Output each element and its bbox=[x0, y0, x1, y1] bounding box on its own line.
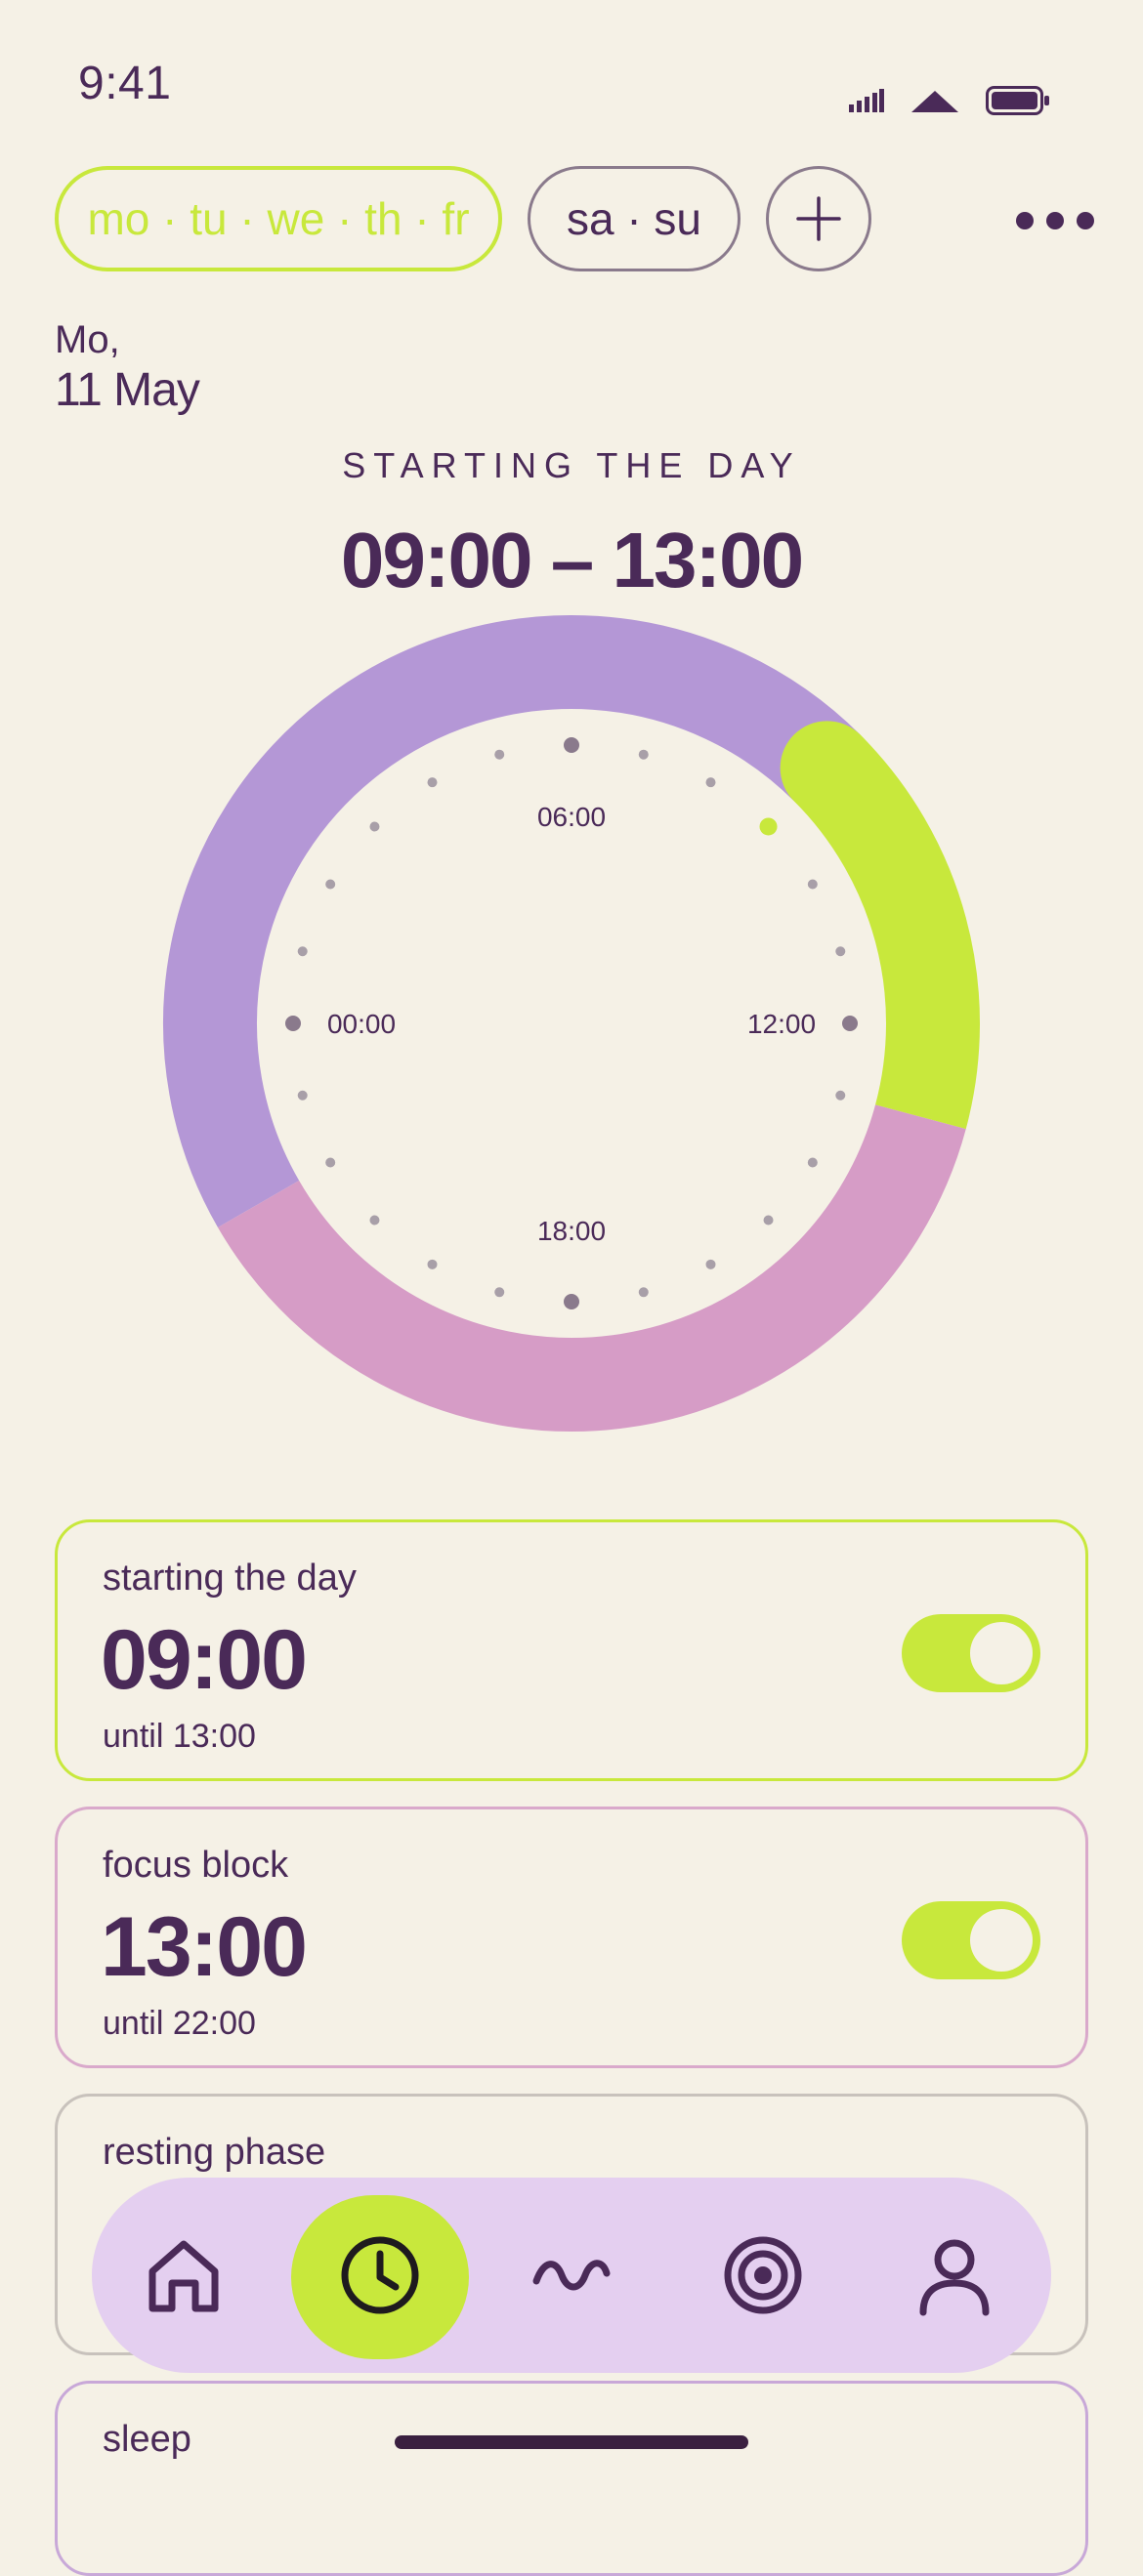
dial-segment[interactable] bbox=[793, 734, 980, 1130]
dial-tick bbox=[759, 817, 778, 836]
dial-segments bbox=[163, 615, 980, 1432]
schedule-dial[interactable]: 06:00 12:00 18:00 00:00 bbox=[0, 0, 1143, 1465]
home-indicator[interactable] bbox=[395, 2435, 748, 2449]
nav-profile[interactable] bbox=[867, 2178, 1042, 2373]
dial-tick bbox=[427, 777, 438, 788]
dial-tick bbox=[369, 1215, 380, 1226]
phase-card-time: 09:00 bbox=[101, 1613, 308, 1707]
dial-tick bbox=[297, 946, 308, 957]
toggle-knob bbox=[970, 1909, 1033, 1972]
dial-tick bbox=[835, 946, 846, 957]
toggle-knob bbox=[970, 1622, 1033, 1684]
dial-tick bbox=[297, 1090, 308, 1101]
dial-label-left: 00:00 bbox=[327, 1009, 396, 1039]
dial-major-tick bbox=[285, 1016, 301, 1031]
dial-tick bbox=[807, 1157, 818, 1168]
nav-goals[interactable] bbox=[675, 2178, 851, 2373]
wave-icon bbox=[532, 2260, 611, 2291]
dial-label-right: 12:00 bbox=[747, 1009, 816, 1039]
phase-card-time: 13:00 bbox=[101, 1900, 308, 1994]
dial-segment[interactable] bbox=[163, 615, 861, 1227]
dial-tick bbox=[807, 879, 818, 890]
bottom-nav bbox=[92, 2178, 1051, 2373]
dial-label-bottom: 18:00 bbox=[537, 1216, 606, 1246]
clock-icon bbox=[341, 2236, 419, 2314]
phase-card[interactable]: focus block 13:00 until 22:00 bbox=[55, 1807, 1088, 2068]
dial-major-tick bbox=[564, 737, 579, 753]
phase-card-label: sleep bbox=[103, 2419, 191, 2460]
dial-major-tick bbox=[564, 1294, 579, 1309]
phase-card[interactable]: sleep bbox=[55, 2381, 1088, 2576]
dial-tick bbox=[705, 777, 716, 788]
dial-tick bbox=[835, 1090, 846, 1101]
dial-tick bbox=[763, 1215, 774, 1226]
home-icon bbox=[148, 2240, 219, 2312]
target-icon bbox=[724, 2236, 802, 2314]
phase-card-label: starting the day bbox=[103, 1558, 357, 1599]
dial-tick bbox=[325, 879, 336, 890]
dial-tick bbox=[705, 1259, 716, 1269]
phase-card-until: until 13:00 bbox=[103, 1718, 256, 1755]
dial-tick bbox=[494, 1287, 505, 1298]
phase-toggle[interactable] bbox=[902, 1614, 1040, 1692]
phase-card-label: resting phase bbox=[103, 2132, 326, 2173]
dial-segment[interactable] bbox=[218, 1104, 966, 1432]
nav-rhythm[interactable] bbox=[484, 2178, 659, 2373]
dial-tick bbox=[369, 821, 380, 832]
dial-tick bbox=[638, 749, 649, 760]
nav-home[interactable] bbox=[96, 2178, 272, 2373]
dial-handle[interactable] bbox=[780, 721, 874, 815]
nav-schedule[interactable] bbox=[292, 2178, 468, 2373]
phase-card[interactable]: starting the day 09:00 until 13:00 bbox=[55, 1519, 1088, 1781]
phase-toggle[interactable] bbox=[902, 1901, 1040, 1979]
phase-card-until: until 22:00 bbox=[103, 2005, 256, 2042]
dial-major-tick bbox=[842, 1016, 858, 1031]
dial-tick bbox=[494, 749, 505, 760]
dial-label-top: 06:00 bbox=[537, 802, 606, 832]
dial-tick bbox=[638, 1287, 649, 1298]
dial-tick bbox=[325, 1157, 336, 1168]
dial-tick bbox=[427, 1259, 438, 1269]
user-icon bbox=[919, 2239, 990, 2316]
phase-card-label: focus block bbox=[103, 1845, 289, 1886]
